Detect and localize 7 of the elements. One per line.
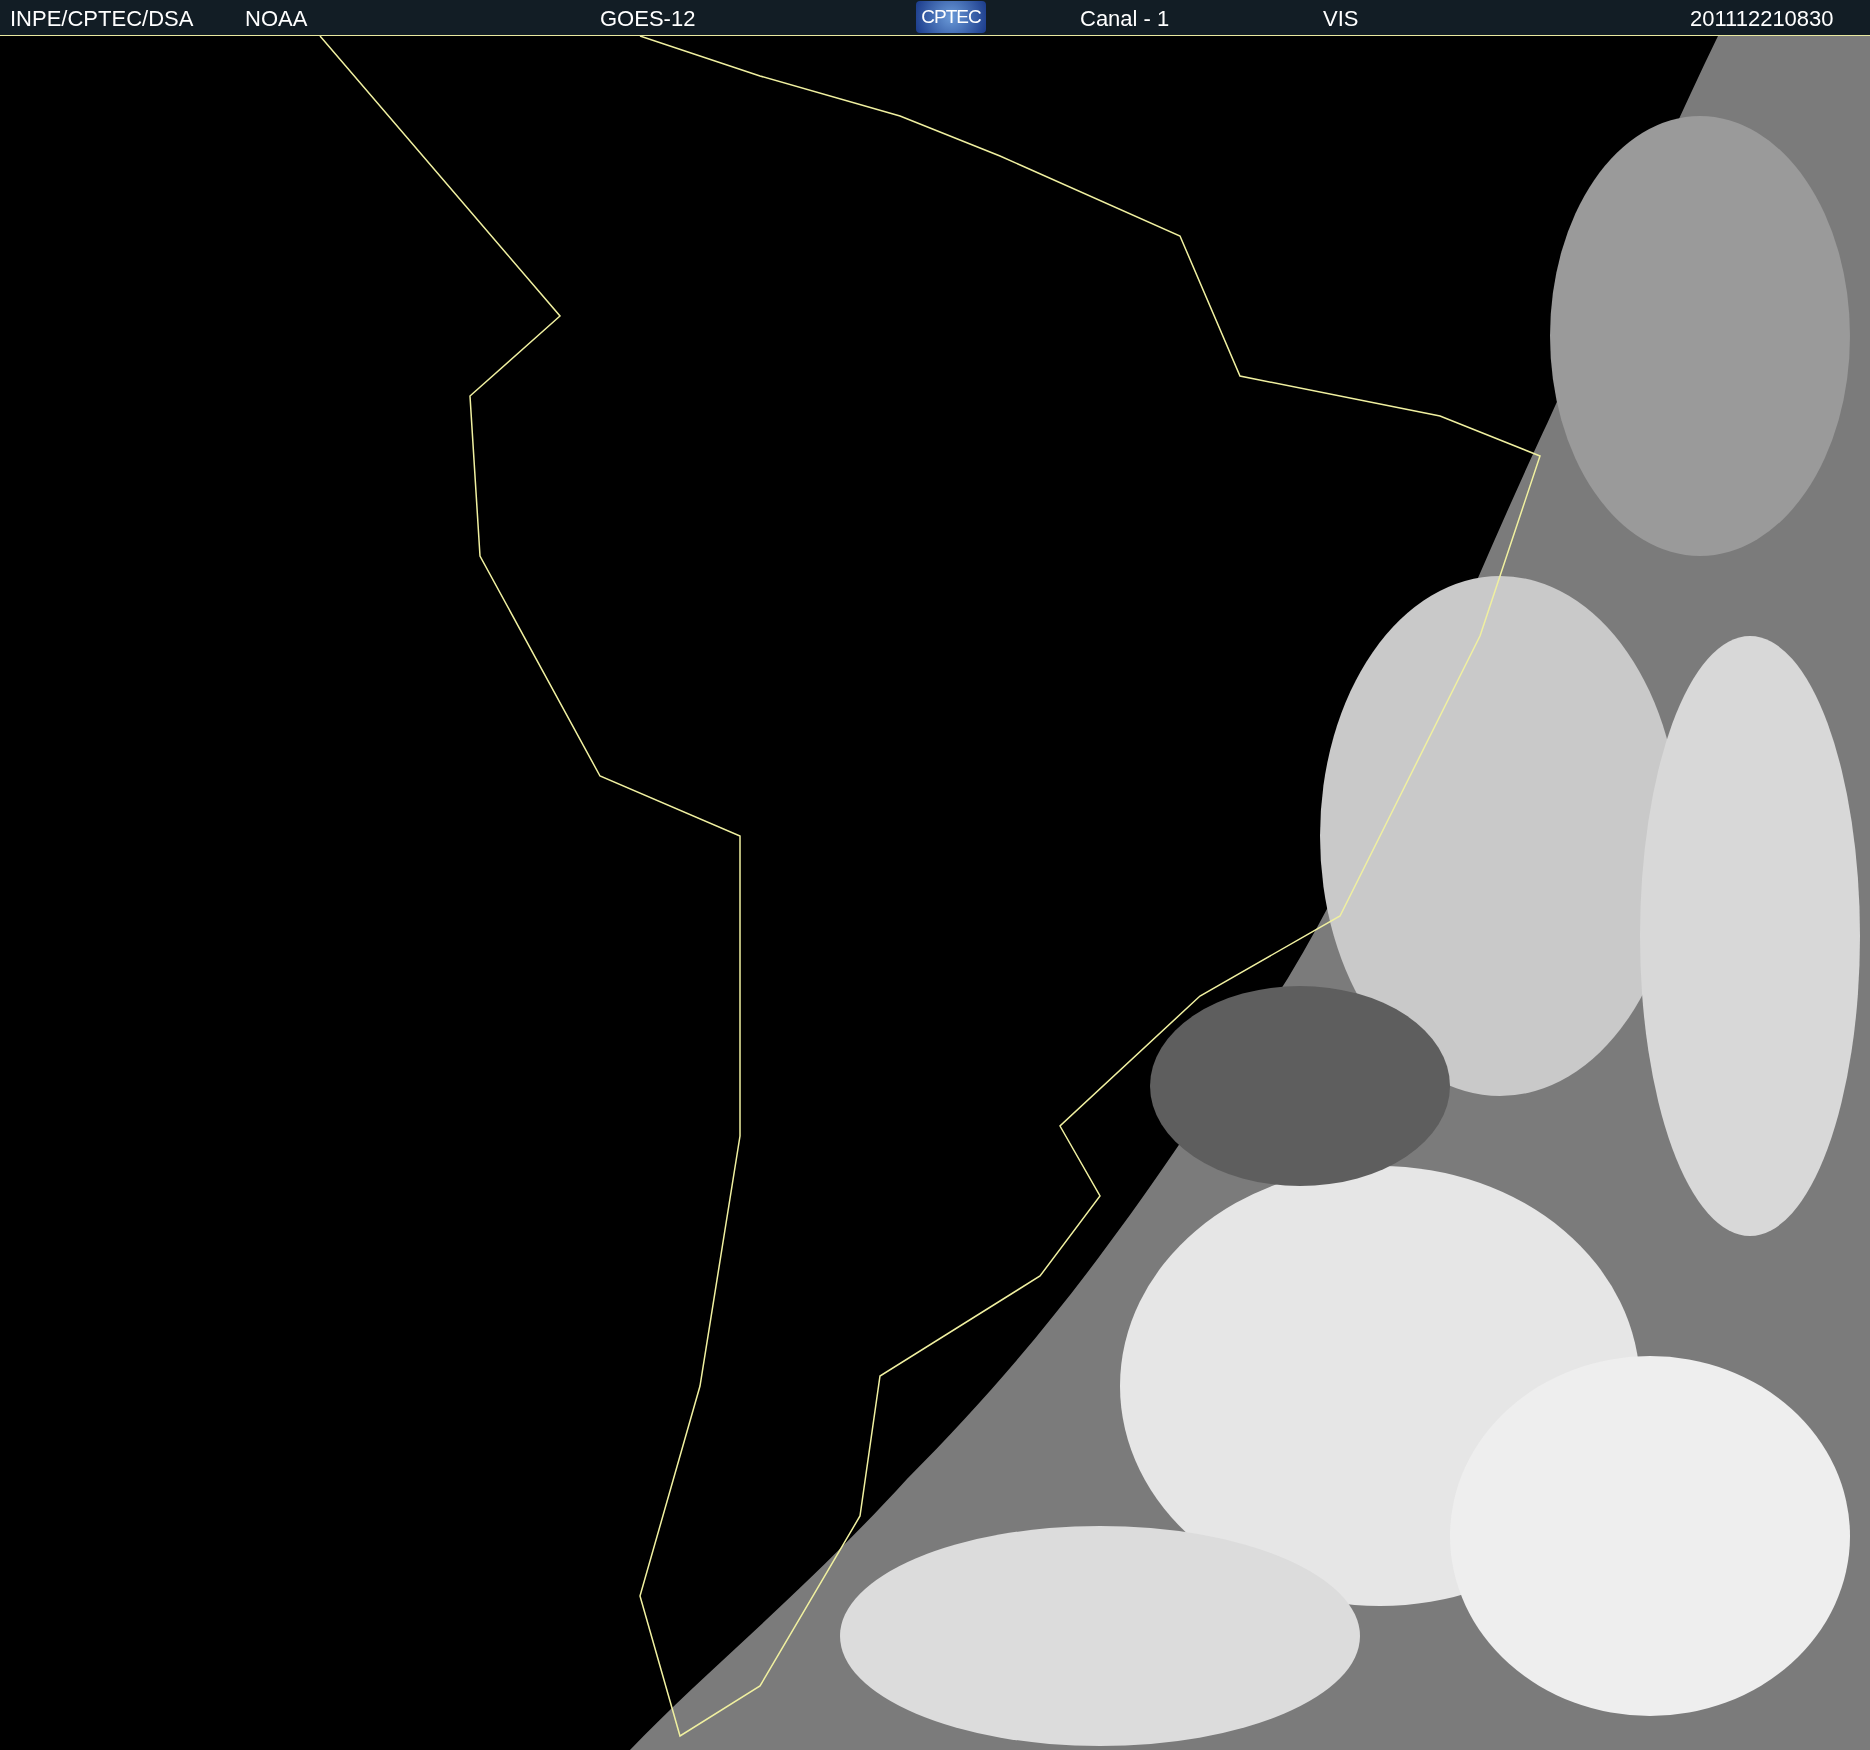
header-label: Canal - 1 [1080,6,1170,32]
logo: CPTEC [916,1,986,33]
header-label: VIS [1323,6,1359,32]
header-label: NOAA [245,6,308,32]
header-label: GOES-12 [600,6,696,32]
header-label: 201112210830 [1690,6,1834,32]
header-label: INPE/CPTEC/DSA [10,6,194,32]
